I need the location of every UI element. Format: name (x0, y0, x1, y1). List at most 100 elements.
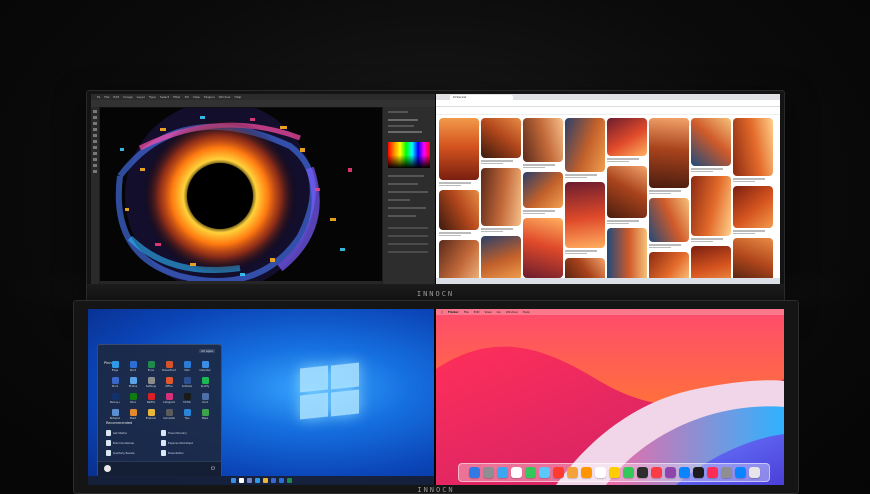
all-apps-button[interactable]: All apps (199, 349, 215, 353)
dock-app-icon[interactable] (496, 467, 508, 478)
mac-menu-item[interactable]: Edit (474, 309, 480, 315)
pin-image[interactable] (691, 246, 731, 278)
pin-image[interactable] (523, 172, 563, 208)
recommended-item[interactable]: Expense Worksheet (161, 440, 216, 446)
start-app-tiktok[interactable]: TikTok (178, 393, 196, 404)
type-tool-icon[interactable] (93, 158, 97, 161)
start-app-notepad[interactable]: Notepad (106, 409, 124, 420)
dock-app-icon[interactable] (510, 467, 522, 478)
dock-app-icon[interactable] (622, 467, 634, 478)
photoshop-canvas[interactable] (100, 108, 382, 283)
dock-app-icon[interactable] (552, 467, 564, 478)
mac-menu-item[interactable]: Help (523, 309, 530, 315)
marquee-tool-icon[interactable] (93, 116, 97, 119)
mac-menu-item[interactable]: Finder (448, 309, 459, 315)
start-app-maps[interactable]: Maps (196, 409, 214, 420)
start-app-netflix[interactable]: Netflix (142, 393, 160, 404)
start-app-mail[interactable]: Mail (178, 361, 196, 372)
start-app-paint[interactable]: Paint (124, 409, 142, 420)
apple-icon[interactable]:  (441, 309, 443, 315)
pin-image[interactable] (733, 186, 773, 228)
mac-menu-item[interactable]: Go (497, 309, 501, 315)
dock-app-icon[interactable] (524, 467, 536, 478)
pin-image[interactable] (691, 176, 731, 236)
user-avatar[interactable] (104, 465, 111, 472)
pin-image[interactable] (607, 118, 647, 156)
pin-image[interactable] (565, 118, 605, 172)
pin-image[interactable] (733, 238, 773, 278)
pin-image[interactable] (439, 190, 479, 230)
eraser-tool-icon[interactable] (93, 140, 97, 143)
dock-app-icon[interactable] (538, 467, 550, 478)
start-app-clock[interactable]: Clock (196, 393, 214, 404)
dock-app-icon[interactable] (664, 467, 676, 478)
brush-tool-icon[interactable] (93, 134, 97, 137)
mac-menu-item[interactable]: View (485, 309, 492, 315)
pin-image[interactable] (523, 118, 563, 162)
crop-tool-icon[interactable] (93, 128, 97, 131)
taskbar-app-icon[interactable] (254, 478, 260, 483)
dock-app-icon[interactable] (748, 467, 760, 478)
mac-menu-item[interactable]: Window (506, 309, 518, 315)
start-app-office[interactable]: Office (160, 377, 178, 388)
layers-panel-row[interactable] (388, 227, 428, 229)
pin-image[interactable] (523, 218, 563, 278)
gradient-tool-icon[interactable] (93, 146, 97, 149)
dock-app-icon[interactable] (594, 467, 606, 478)
layers-panel-row[interactable] (388, 243, 428, 245)
dock-app-icon[interactable] (608, 467, 620, 478)
start-app-instagram[interactable]: Instagram (160, 393, 178, 404)
dock-app-icon[interactable] (692, 467, 704, 478)
start-app-explorer[interactable]: Explorer (142, 409, 160, 420)
start-app-powerpoint[interactable]: PowerPoint (160, 361, 178, 372)
start-app-calendar[interactable]: Calendar (196, 361, 214, 372)
power-icon[interactable]: ⏻ (211, 466, 215, 472)
pin-image[interactable] (481, 168, 521, 226)
start-app-edge[interactable]: Edge (106, 361, 124, 372)
pin-image[interactable] (649, 252, 689, 278)
start-app-calculator[interactable]: Calculator (160, 409, 178, 420)
recommended-item[interactable]: Presentation (161, 450, 216, 456)
dock-app-icon[interactable] (650, 467, 662, 478)
start-button-icon[interactable] (230, 478, 236, 483)
pin-image[interactable] (439, 240, 479, 278)
recommended-item[interactable]: Travel Itinerary (161, 430, 216, 436)
start-app-store[interactable]: Store (106, 377, 124, 388)
start-app-solitaire[interactable]: Solitaire (178, 377, 196, 388)
recommended-item[interactable]: Quarterly Review (106, 450, 161, 456)
start-app-tips[interactable]: Tips (178, 409, 196, 420)
layers-panel-row[interactable] (388, 251, 428, 253)
start-app-xbox[interactable]: Xbox (124, 393, 142, 404)
move-tool-icon[interactable] (93, 110, 97, 113)
pen-tool-icon[interactable] (93, 152, 97, 155)
start-app-spotify[interactable]: Spotify (196, 377, 214, 388)
taskbar-app-icon[interactable] (270, 478, 276, 483)
start-app-word[interactable]: Word (124, 361, 142, 372)
pin-image[interactable] (649, 198, 689, 242)
pin-image[interactable] (607, 228, 647, 278)
dock-app-icon[interactable] (636, 467, 648, 478)
hand-tool-icon[interactable] (93, 164, 97, 167)
dock-app-icon[interactable] (580, 467, 592, 478)
taskbar-app-icon[interactable] (238, 478, 244, 483)
layers-panel-row[interactable] (388, 235, 428, 237)
pin-image[interactable] (565, 182, 605, 248)
start-app-excel[interactable]: Excel (142, 361, 160, 372)
dock-app-icon[interactable] (482, 467, 494, 478)
start-app-disney-[interactable]: Disney+ (106, 393, 124, 404)
dock-app-icon[interactable] (734, 467, 746, 478)
taskbar-app-icon[interactable] (246, 478, 252, 483)
mac-menu-item[interactable]: File (464, 309, 469, 315)
start-app-photos[interactable]: Photos (124, 377, 142, 388)
pin-image[interactable] (565, 258, 605, 278)
recommended-item[interactable]: Get Started (106, 430, 161, 436)
taskbar-app-icon[interactable] (262, 478, 268, 483)
dock-app-icon[interactable] (720, 467, 732, 478)
dock-app-icon[interactable] (566, 467, 578, 478)
pin-image[interactable] (649, 118, 689, 188)
pin-image[interactable] (439, 118, 479, 180)
finder-icon[interactable] (468, 467, 480, 478)
color-picker[interactable] (388, 142, 430, 168)
lasso-tool-icon[interactable] (93, 122, 97, 125)
taskbar-app-icon[interactable] (286, 478, 292, 483)
